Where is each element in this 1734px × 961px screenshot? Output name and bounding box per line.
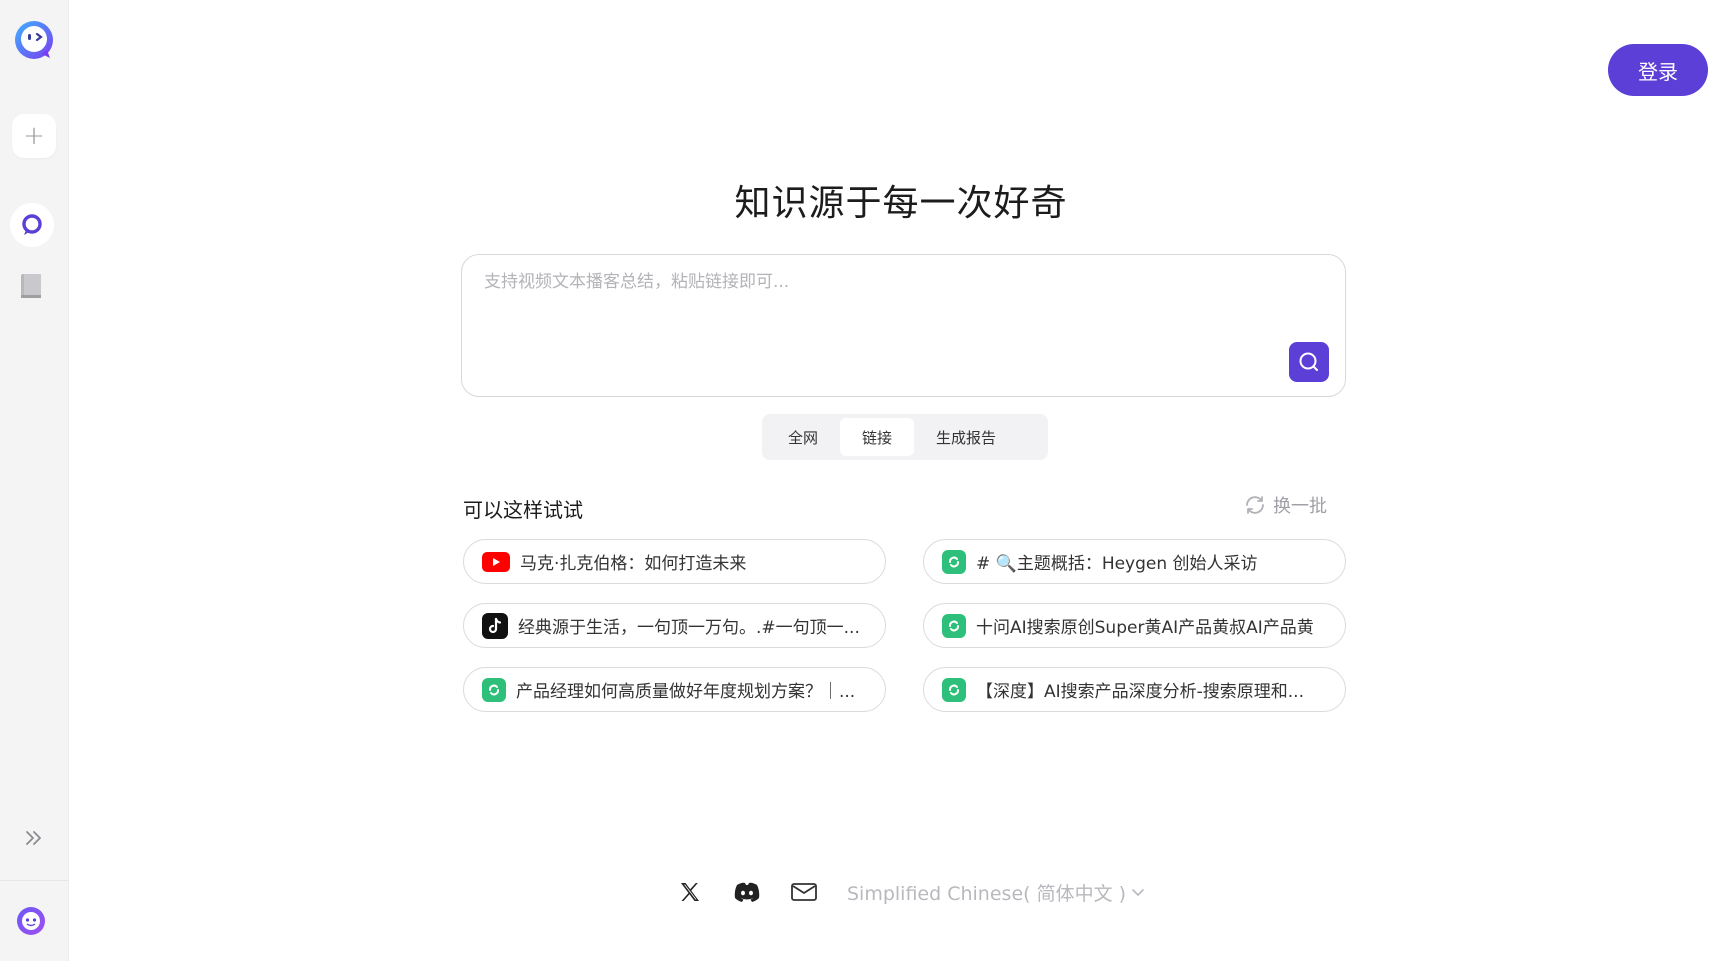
suggestion-text: # 🔍主题概括：Heygen 创始人采访 [976,554,1258,574]
suggestion-item[interactable]: 经典源于生活，一句顶一万句。.#一句顶一... [463,603,886,648]
suggestion-text: 十问AI搜索原创Super黄AI产品黄叔AI产品黄 [976,618,1314,638]
book-icon [21,274,41,298]
page-title: 知识源于每一次好奇 [734,183,1068,224]
suggestion-item[interactable]: 产品经理如何高质量做好年度规划方案？｜... [463,667,886,712]
sidebar-item-library[interactable] [17,271,45,301]
refresh-icon [1246,496,1264,514]
wechat-icon [942,677,966,702]
suggestion-item[interactable]: 【深度】AI搜索产品深度分析-搜索原理和... [923,667,1346,712]
suggestion-text: 【深度】AI搜索产品深度分析-搜索原理和... [976,682,1304,702]
new-chat-button[interactable]: + [12,114,56,158]
mail-icon[interactable] [790,878,818,906]
suggestion-text: 马克·扎克伯格：如何打造未来 [520,554,747,574]
tiktok-icon [482,612,508,639]
language-label: Simplified Chinese( 简体中文 ) [847,882,1127,905]
suggestion-item[interactable]: # 🔍主题概括：Heygen 创始人采访 [923,539,1346,584]
tab-report[interactable]: 生成报告 [914,418,1018,456]
sidebar: + [0,0,69,961]
login-button[interactable]: 登录 [1608,44,1708,96]
suggestion-text: 经典源于生活，一句顶一万句。.#一句顶一... [518,618,860,638]
mode-tabs: 全网 链接 生成报告 [762,414,1048,460]
wechat-icon [482,677,506,702]
plus-icon: + [23,121,45,151]
suggestions-title: 可以这样试试 [463,498,583,522]
suggestion-item[interactable]: 十问AI搜索原创Super黄AI产品黄叔AI产品黄 [923,603,1346,648]
suggestion-item[interactable]: 马克·扎克伯格：如何打造未来 [463,539,886,584]
sidebar-divider [0,880,68,881]
search-icon [1299,352,1318,371]
avatar[interactable] [15,905,47,937]
double-chevron-right-icon [26,831,41,845]
x-icon[interactable] [676,878,704,906]
wechat-icon [942,613,966,638]
language-selector[interactable]: Simplified Chinese( 简体中文 ) [847,879,1146,906]
tab-web[interactable]: 全网 [766,418,840,456]
search-submit-button[interactable] [1289,342,1329,382]
search-box[interactable] [461,254,1346,397]
suggestion-text: 产品经理如何高质量做好年度规划方案？｜... [516,682,856,702]
youtube-icon [482,551,510,572]
wechat-icon [942,549,966,574]
refresh-label: 换一批 [1273,496,1327,517]
tab-link[interactable]: 链接 [840,418,915,456]
discord-icon[interactable] [733,878,761,906]
app-logo-icon[interactable] [12,18,56,62]
search-input[interactable] [482,271,1306,293]
expand-sidebar-button[interactable] [22,826,46,850]
refresh-suggestions-button[interactable]: 换一批 [1243,492,1327,518]
chevron-down-icon [1132,889,1144,897]
footer: Simplified Chinese( 简体中文 ) [676,872,1146,912]
